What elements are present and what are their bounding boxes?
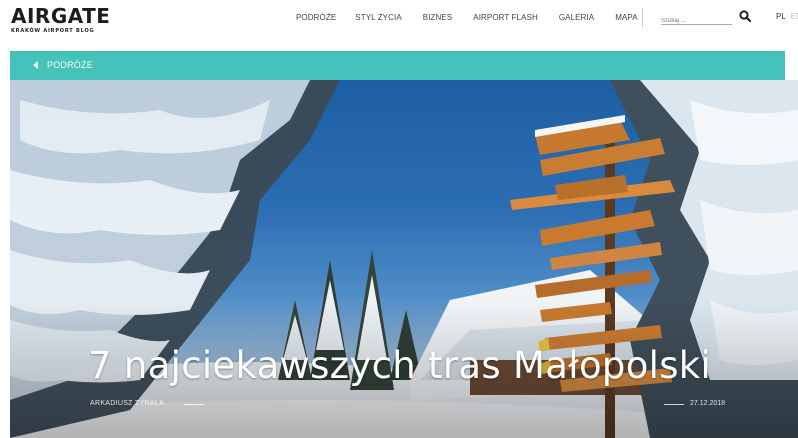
- logo-subtitle: KRAKÓW AIRPORT BLOG: [11, 28, 95, 34]
- nav-divider: [642, 8, 643, 28]
- date-divider: [664, 404, 684, 405]
- nav-item-biznes[interactable]: BIZNES: [423, 13, 453, 22]
- author-divider: [184, 404, 204, 405]
- category-bar[interactable]: PODRÓŻE: [10, 51, 785, 80]
- article-author[interactable]: ARKADIUSZ TYRAŁA: [90, 400, 164, 407]
- search-icon[interactable]: [739, 10, 751, 22]
- hero-image[interactable]: 7 najciekawszych tras Małopolski ARKADIU…: [10, 80, 798, 438]
- lang-en[interactable]: EN: [791, 12, 798, 21]
- site-logo[interactable]: AIRGATE KRAKÓW AIRPORT BLOG: [11, 6, 110, 34]
- search-input[interactable]: [661, 14, 721, 28]
- search-box: [661, 9, 732, 28]
- nav-item-podroze[interactable]: PODRÓŻE: [296, 13, 336, 22]
- nav-item-mapa[interactable]: MAPA: [615, 13, 637, 22]
- main-nav: PODRÓŻE STYL ŻYCIA BIZNES AIRPORT FLASH …: [296, 13, 659, 22]
- nav-item-styl-zycia[interactable]: STYL ŻYCIA: [355, 13, 402, 22]
- article-title[interactable]: 7 najciekawszych tras Małopolski: [88, 344, 711, 387]
- nav-item-galeria[interactable]: GALERIA: [559, 13, 594, 22]
- back-arrow-icon[interactable]: [33, 61, 38, 69]
- language-switcher: PL EN: [776, 12, 798, 21]
- logo-text: AIRGATE: [11, 4, 111, 28]
- site-header: AIRGATE KRAKÓW AIRPORT BLOG PODRÓŻE STYL…: [0, 0, 798, 44]
- nav-item-airport-flash[interactable]: AIRPORT FLASH: [473, 13, 538, 22]
- article-date: 27.12.2018: [690, 400, 726, 407]
- lang-pl[interactable]: PL: [776, 12, 786, 21]
- category-label[interactable]: PODRÓŻE: [47, 60, 93, 70]
